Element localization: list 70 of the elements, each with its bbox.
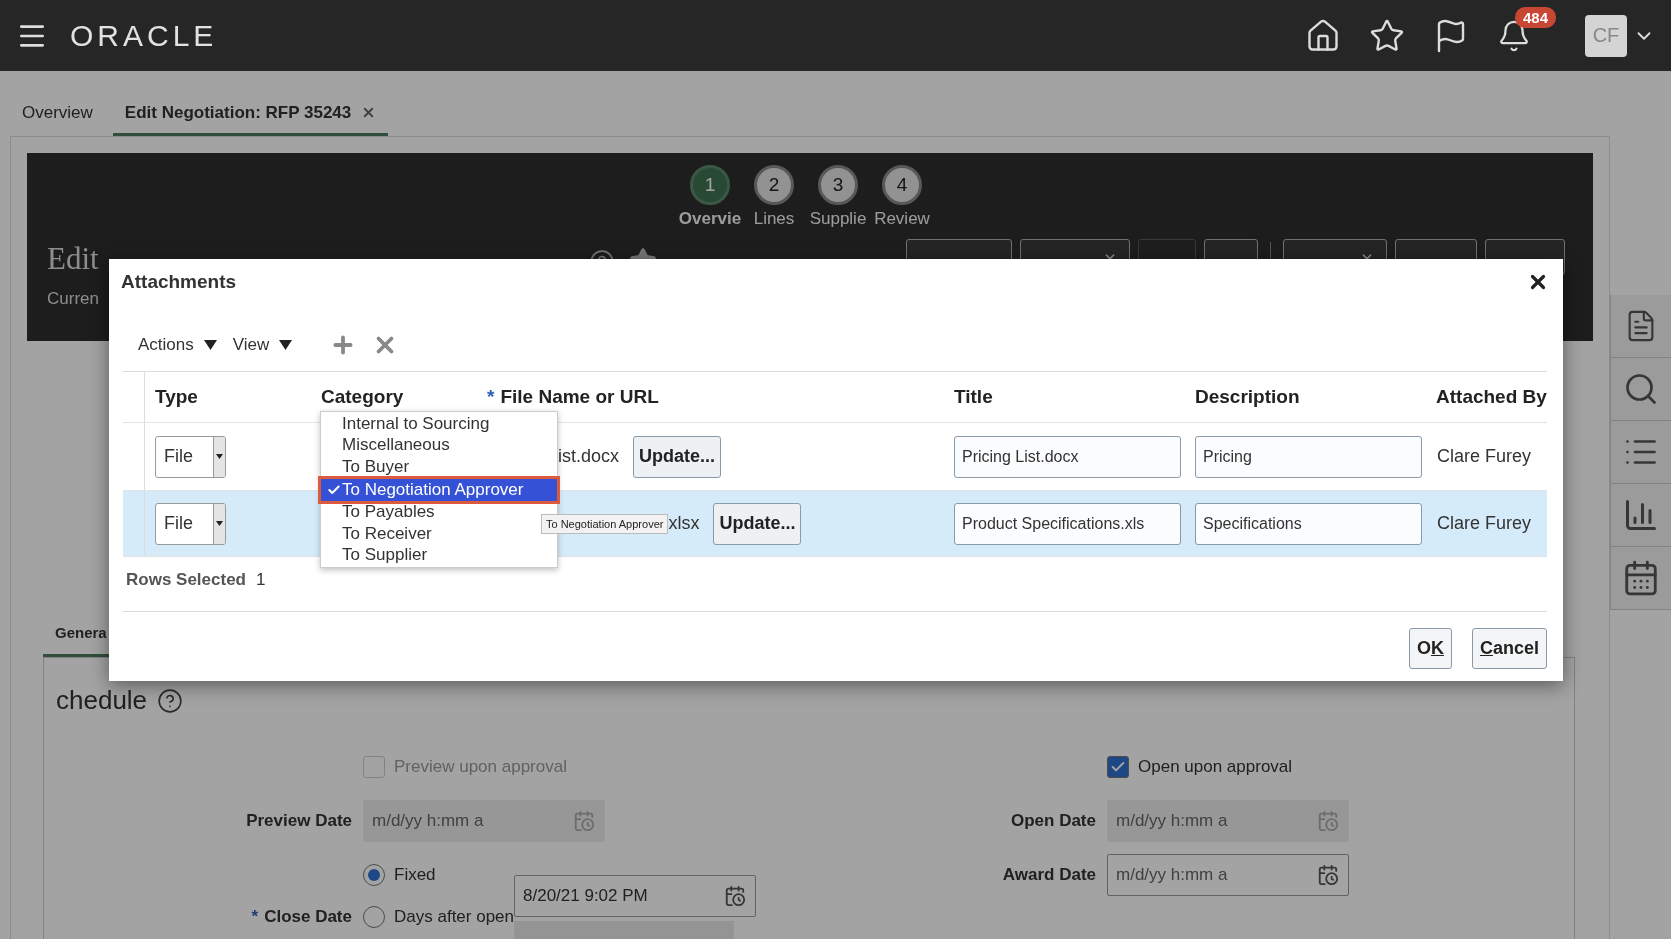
column-header: Category: [321, 386, 404, 408]
column-header: Description: [1195, 386, 1300, 408]
check-icon: [327, 482, 341, 497]
home-icon[interactable]: [1305, 17, 1341, 54]
field-label: Preview Date: [245, 811, 353, 831]
logo[interactable]: ORACLE: [70, 18, 218, 53]
train-step[interactable]: 1: [690, 165, 730, 205]
column-header: Title: [954, 386, 993, 408]
tab[interactable]: Overview: [22, 92, 105, 136]
dropdown-option[interactable]: To Negotiation Approver: [318, 475, 560, 504]
table-cell: Clare Furey: [1437, 513, 1532, 534]
title-field[interactable]: Product Specifications.xls: [954, 502, 1181, 545]
notification-badge: 484: [1515, 6, 1557, 28]
field-label: Award Date: [1001, 865, 1097, 885]
section-heading: chedule: [56, 685, 148, 716]
update-button[interactable]: Update...: [633, 435, 722, 478]
description-field[interactable]: Specifications: [1195, 502, 1422, 545]
column-header: Type: [155, 386, 198, 408]
radio-button[interactable]: [363, 906, 385, 928]
train-step-label: Overvie: [678, 209, 742, 229]
table-cell: Clare Furey: [1437, 446, 1532, 467]
train-step[interactable]: 4: [882, 165, 922, 205]
column-header: * File Name or URL: [487, 386, 659, 408]
calendar-icon: [1622, 559, 1660, 597]
tab[interactable]: Edit Negotiation: RFP 35243: [112, 92, 389, 136]
radio-button[interactable]: [363, 864, 385, 886]
description-field[interactable]: Pricing: [1195, 435, 1422, 478]
dialog-title: Attachments: [121, 271, 237, 293]
rows-selected-label: Rows Selected: [126, 570, 246, 590]
type-select[interactable]: File: [155, 502, 226, 545]
date-field[interactable]: 8/20/21 9:02 PM: [514, 875, 756, 917]
type-select[interactable]: File: [155, 435, 226, 478]
train-step-label: Lines: [753, 209, 795, 229]
rows-selected-count: 1: [256, 570, 266, 590]
dropdown-option[interactable]: To Buyer: [321, 456, 557, 478]
calendar-icon: [1317, 864, 1339, 886]
calendar-icon: [1317, 810, 1339, 832]
calendar-icon: [724, 885, 746, 907]
menu-button[interactable]: View: [232, 335, 293, 355]
checkbox-label: Open upon approval: [1138, 757, 1293, 777]
field-label: Open Date: [1009, 811, 1097, 831]
dialog-button[interactable]: OK: [1408, 628, 1452, 669]
caret-icon: [216, 454, 223, 459]
date-field[interactable]: m/d/yy h:mm a: [1107, 854, 1349, 896]
column-header: Attached By: [1436, 386, 1547, 408]
search-icon: [1623, 371, 1659, 407]
file-name: xlsx: [668, 513, 700, 534]
menu-button[interactable]: Actions: [138, 335, 217, 355]
checkbox[interactable]: [1107, 756, 1129, 778]
file-name: ist.docx: [558, 446, 620, 467]
field-label: * Close Date: [250, 906, 353, 928]
dialog-button[interactable]: Cancel: [1471, 628, 1547, 669]
title-field[interactable]: Pricing List.docx: [954, 435, 1181, 478]
radio-label: Fixed: [394, 865, 436, 885]
help-icon[interactable]: [157, 687, 184, 714]
tooltip: To Negotiation Approver: [541, 513, 669, 534]
update-button[interactable]: Update...: [713, 502, 802, 545]
train-step[interactable]: 2: [754, 165, 794, 205]
radio-label: Days after open: [394, 907, 514, 927]
bar-chart-icon: [1623, 497, 1659, 533]
page-title: Edit: [47, 241, 99, 277]
star-icon[interactable]: [1369, 17, 1405, 54]
train-step-label: Supplie: [809, 209, 867, 229]
calendar-icon: [573, 810, 595, 832]
dropdown-option[interactable]: Miscellaneous: [321, 434, 557, 456]
currency-label: Curren: [47, 289, 100, 309]
checkbox-label: Preview upon approval: [394, 757, 567, 777]
train-step-label: Review: [874, 209, 930, 229]
train-step[interactable]: 3: [818, 165, 858, 205]
caret-icon: [216, 521, 223, 526]
